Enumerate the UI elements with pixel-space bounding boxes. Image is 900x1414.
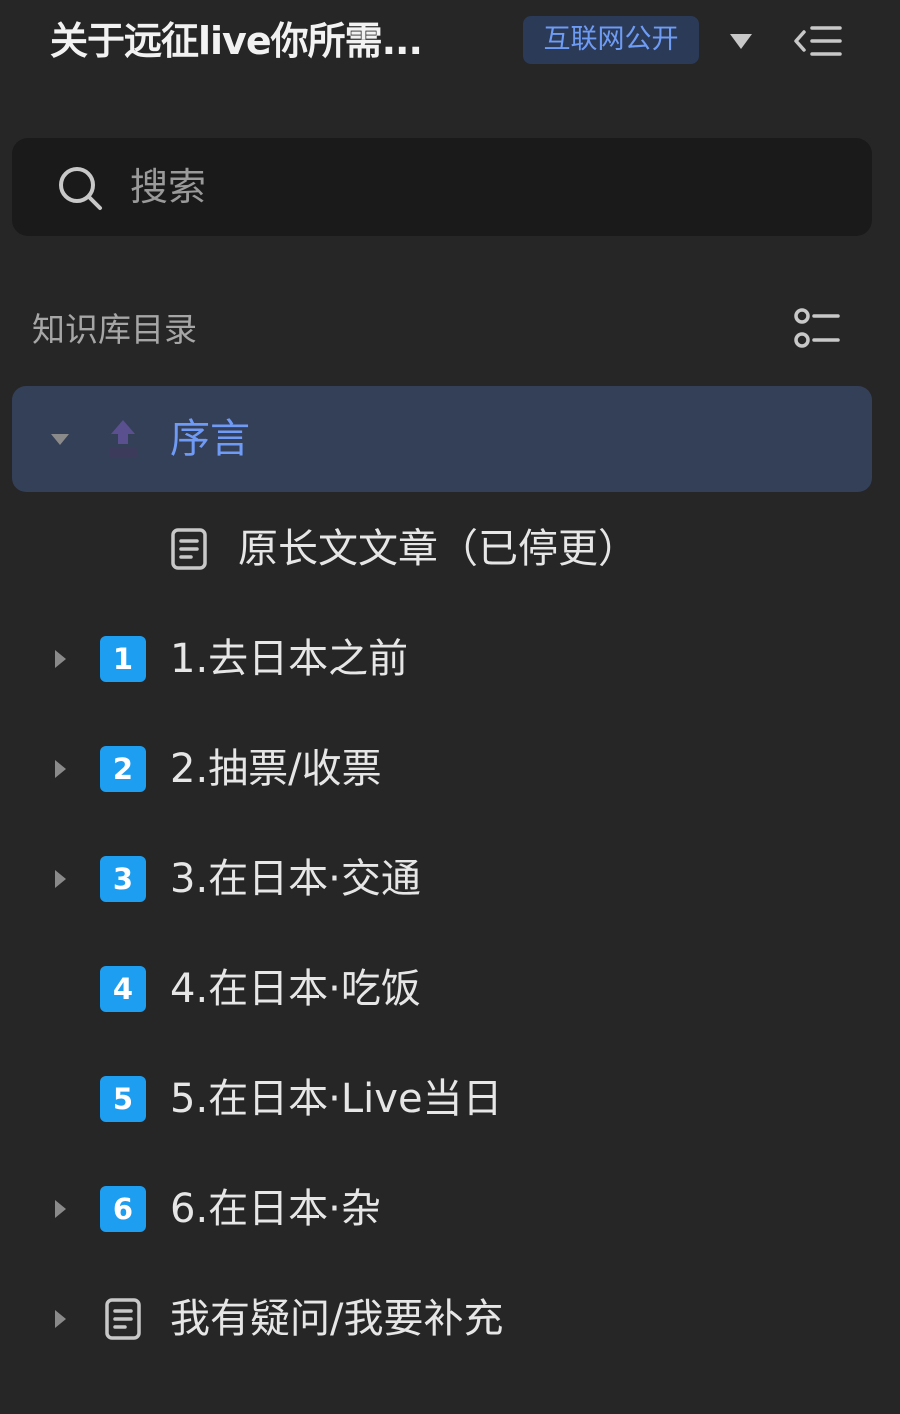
tree-item-questions[interactable]: 我有疑问/我要补充 [12,1266,872,1372]
tree-item-transport[interactable]: 3 3.在日本·交通 [12,826,872,932]
knowledge-base-title[interactable]: 关于远征live你所需... [50,18,423,64]
sidebar-header: 关于远征live你所需... 互联网公开 [0,0,900,90]
tree-item-label: 我有疑问/我要补充 [170,1296,504,1342]
section-title: 知识库目录 [32,310,197,349]
caret-down-icon[interactable] [48,427,72,451]
search-input[interactable] [130,158,830,216]
tree-item-label: 5.在日本·Live当日 [170,1076,503,1122]
search-icon [59,167,102,210]
knowledge-base-sidebar: 关于远征live你所需... 互联网公开 知识库目录 [0,0,900,1414]
tree-item-label: 1.去日本之前 [170,636,409,682]
list-options-icon [794,308,840,348]
tree-item-label: 6.在日本·杂 [170,1186,381,1232]
document-icon [171,528,207,570]
directory-options-button[interactable] [790,304,844,352]
number-2-icon: 2 [100,746,146,792]
number-4-icon: 4 [100,966,146,1012]
tree-item-tickets[interactable]: 2 2.抽票/收票 [12,716,872,822]
caret-right-icon[interactable] [48,867,72,891]
tree-item-label: 3.在日本·交通 [170,856,421,902]
collapse-sidebar-button[interactable] [790,18,846,64]
number-6-icon: 6 [100,1186,146,1232]
number-5-icon: 5 [100,1076,146,1122]
tree-item-live-day[interactable]: 5 5.在日本·Live当日 [12,1046,872,1152]
tree-item-dining[interactable]: 4 4.在日本·吃饭 [12,936,872,1042]
triangle-down-icon [730,34,752,49]
top-icon [109,420,137,457]
search-box[interactable] [12,138,872,236]
more-dropdown-button[interactable] [724,22,758,58]
tree-item-preface[interactable]: 序言 [12,386,872,492]
tree-item-original-article[interactable]: 原长文文章（已停更） [12,496,872,602]
document-icon [105,1298,141,1340]
number-3-icon: 3 [100,856,146,902]
tree-item-label: 2.抽票/收票 [170,746,382,792]
tree-item-label: 原长文文章（已停更） [238,526,638,572]
tree-item-label: 4.在日本·吃饭 [170,966,421,1012]
tree-item-before-japan[interactable]: 1 1.去日本之前 [12,606,872,712]
tree-item-misc[interactable]: 6 6.在日本·杂 [12,1156,872,1262]
visibility-badge[interactable]: 互联网公开 [523,16,699,64]
caret-right-icon[interactable] [48,1307,72,1331]
collapse-menu-icon [794,26,842,56]
number-1-icon: 1 [100,636,146,682]
caret-right-icon[interactable] [48,1197,72,1221]
caret-right-icon[interactable] [48,647,72,671]
caret-right-icon[interactable] [48,757,72,781]
tree-item-label: 序言 [170,416,250,462]
